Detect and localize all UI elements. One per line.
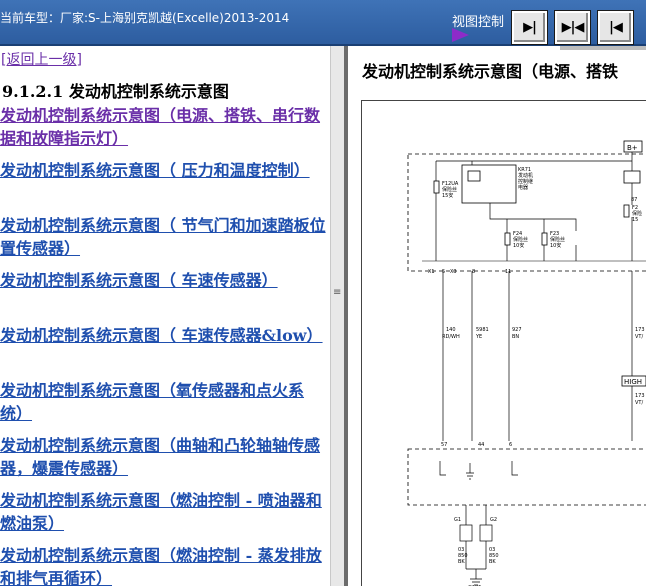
toc-item-label[interactable]: 发动机控制系统示意图（电源、搭铁、串行数据和故障指示灯） bbox=[0, 106, 320, 148]
toc-item[interactable]: 发动机控制系统示意图（燃油控制 - 喷油器和燃油泵） bbox=[0, 489, 328, 544]
wire-label: YE bbox=[475, 334, 482, 340]
ecm-terminals bbox=[439, 461, 518, 480]
toc-item[interactable]: 发动机控制系统示意图（氧传感器和点火系统） bbox=[0, 379, 328, 434]
section-title: 9.1.2.1 发动机控制系统示意图 bbox=[2, 82, 229, 101]
toc-list: 发动机控制系统示意图（电源、搭铁、串行数据和故障指示灯） 发动机控制系统示意图（… bbox=[0, 104, 328, 586]
fuse-right-label: 15 bbox=[632, 217, 638, 223]
ground-connector bbox=[479, 524, 493, 542]
ground-wire-label: BK bbox=[489, 559, 496, 565]
wiring-diagram: B+ KR71 发动机 控制继 电器 F12UA 保险丝 15安 F24 保险丝… bbox=[361, 100, 646, 586]
fuse-f23-label: 保险丝 bbox=[550, 236, 565, 243]
view-right-button[interactable]: ▶| bbox=[511, 10, 548, 45]
fuse-f24-label: 10安 bbox=[513, 242, 524, 249]
current-car-label: 当前车型：厂家:S-上海别克凯越(Excelle)2013-2014 bbox=[0, 11, 290, 25]
high-label: HIGH bbox=[624, 378, 642, 386]
fuse-block-wiring bbox=[435, 152, 633, 261]
relay-right-box bbox=[623, 170, 641, 184]
toc-item-label[interactable]: 发动机控制系统示意图（燃油控制 - 蒸发排放和排气再循环） bbox=[0, 546, 322, 586]
connector-pin-label: 6 bbox=[509, 442, 512, 448]
arrow-split-icon: ▶|◀ bbox=[561, 20, 585, 35]
toc-item-label[interactable]: 发动机控制系统示意图（氧传感器和点火系统） bbox=[0, 381, 304, 423]
toc-item-label[interactable]: 发动机控制系统示意图（燃油控制 - 喷油器和燃油泵） bbox=[0, 491, 322, 533]
toc-item[interactable]: 发动机控制系统示意图（燃油控制 - 蒸发排放和排气再循环） bbox=[0, 544, 328, 586]
toc-item-label[interactable]: 发动机控制系统示意图（曲轴和凸轮轴轴传感器，爆震传感器） bbox=[0, 436, 320, 478]
back-link[interactable]: [返回上一级] bbox=[1, 49, 82, 69]
ecm-outline bbox=[407, 448, 646, 506]
relay-label-line: 电器 bbox=[518, 184, 528, 191]
view-split-button[interactable]: ▶|◀ bbox=[554, 10, 591, 45]
content-scroll-indicator[interactable] bbox=[560, 46, 646, 50]
battery-label: B+ bbox=[627, 144, 638, 152]
ground-pin-label: G1 bbox=[454, 517, 461, 523]
view-control-arrow-icon bbox=[452, 28, 469, 42]
fuse-f12ua-label: 15安 bbox=[442, 192, 453, 199]
fuse-f23 bbox=[541, 232, 548, 246]
fuse-f24 bbox=[504, 232, 511, 246]
fuse-f12ua-label: 保险丝 bbox=[442, 186, 457, 193]
toc-item[interactable]: 发动机控制系统示意图（曲轴和凸轮轴轴传感器，爆震传感器） bbox=[0, 434, 328, 489]
connector-pin-label: 57 bbox=[441, 442, 447, 448]
toc-item[interactable]: 发动机控制系统示意图（电源、搭铁、串行数据和故障指示灯） bbox=[0, 104, 328, 159]
content-title: 发动机控制系统示意图（电源、搭铁 bbox=[362, 62, 619, 81]
toc-item-label[interactable]: 发动机控制系统示意图（ 车速传感器） bbox=[0, 271, 278, 290]
wire-label: VT/ bbox=[635, 334, 643, 340]
toc-item[interactable]: 发动机控制系统示意图（ 车速传感器&low） bbox=[0, 324, 328, 379]
fuse-right bbox=[623, 204, 630, 218]
relay-label-line: 发动机 bbox=[518, 172, 533, 179]
toc-item[interactable]: 发动机控制系统示意图（ 节气门和加速踏板位置传感器） bbox=[0, 214, 328, 269]
fuse-f23-label: 10安 bbox=[550, 242, 561, 249]
connector-pin-label: X1 bbox=[428, 269, 435, 275]
view-left-button[interactable]: |◀ bbox=[597, 10, 634, 45]
harness-wires bbox=[442, 271, 633, 441]
connector-pin-label: 8 bbox=[472, 269, 475, 275]
toc-item-label[interactable]: 发动机控制系统示意图（ 压力和温度控制） bbox=[0, 161, 310, 180]
content-panel: 发动机控制系统示意图（电源、搭铁 B+ KR71 发动机 控制继 电器 F12U… bbox=[348, 46, 646, 586]
toc-item-label[interactable]: 发动机控制系统示意图（ 车速传感器&low） bbox=[0, 326, 323, 345]
connector-pin-label: 11 bbox=[505, 269, 511, 275]
relay-label-line: 控制继 bbox=[518, 178, 533, 185]
connector-pin-label: 44 bbox=[478, 442, 484, 448]
ground-wiring bbox=[465, 505, 487, 586]
wire-label: 173 bbox=[635, 327, 645, 333]
wire-label: 5981 bbox=[476, 327, 489, 333]
arrow-left-bar-icon: |◀ bbox=[609, 20, 623, 35]
wire-label: BN bbox=[512, 334, 519, 340]
connector-pin-label: X3 bbox=[450, 269, 457, 275]
toc-scrollbar[interactable]: ≡ bbox=[330, 46, 344, 586]
relay-coil bbox=[467, 170, 481, 182]
fuse-right-label: 保险 bbox=[632, 210, 642, 217]
scroll-grip-icon[interactable]: ≡ bbox=[333, 288, 341, 298]
ground-connector bbox=[459, 524, 473, 542]
toc-item-label[interactable]: 发动机控制系统示意图（ 节气门和加速踏板位置传感器） bbox=[0, 216, 326, 258]
top-bar: 当前车型：厂家:S-上海别克凯越(Excelle)2013-2014 视图控制 … bbox=[0, 0, 646, 46]
toc-item[interactable]: 发动机控制系统示意图（ 压力和温度控制） bbox=[0, 159, 328, 214]
toc-item[interactable]: 发动机控制系统示意图（ 车速传感器） bbox=[0, 269, 328, 324]
arrow-right-bar-icon: ▶| bbox=[523, 20, 537, 35]
wire-label: 173 bbox=[635, 393, 645, 399]
wire-label: RD/WH bbox=[442, 334, 460, 340]
fuse-f12ua bbox=[433, 180, 440, 194]
ground-pin-label: G2 bbox=[490, 517, 497, 523]
toc-panel: [返回上一级] 9.1.2.1 发动机控制系统示意图 发动机控制系统示意图（电源… bbox=[0, 46, 330, 586]
ground-wire-label: BK bbox=[458, 559, 465, 565]
fuse-f24-label: 保险丝 bbox=[513, 236, 528, 243]
connector-pin-label: 5 bbox=[442, 269, 445, 275]
wire-label: VT/ bbox=[635, 400, 643, 406]
wire-label: 927 bbox=[512, 327, 522, 333]
wire-label: 140 bbox=[446, 327, 456, 333]
